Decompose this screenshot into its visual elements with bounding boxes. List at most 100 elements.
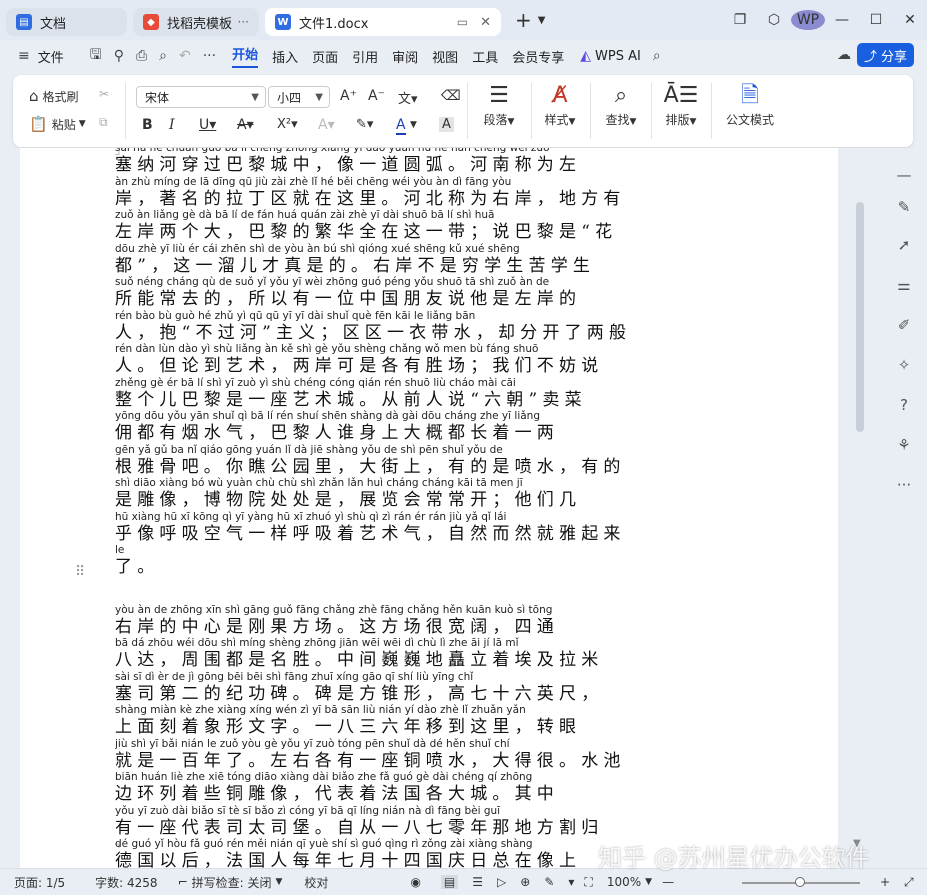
text-line[interactable]: suǒ néng cháng qù de suǒ yǐ yǒu yī wèi z… — [115, 276, 735, 310]
tools-icon[interactable]: ✧ — [895, 356, 913, 374]
more-icon[interactable]: ··· — [238, 15, 249, 29]
text-line[interactable]: sài sī dì èr de jì gōng bēi bēi shì fāng… — [115, 671, 735, 705]
text-line[interactable]: rén bào bù guò hé zhǔ yì qū qū yī yī dài… — [115, 310, 735, 344]
pen-mode-icon[interactable]: ✎ — [544, 875, 554, 889]
help-icon[interactable]: ? — [895, 396, 913, 414]
print-preview-icon[interactable]: ⌕ — [159, 48, 167, 64]
pen-icon[interactable]: ✎ — [895, 198, 913, 216]
menu-tools[interactable]: 工具 — [472, 47, 498, 66]
vertical-scrollbar[interactable] — [856, 202, 864, 432]
text-effect-icon[interactable]: A▾ — [318, 117, 335, 133]
tab-document[interactable]: W 文件1.docx ▭ ✕ — [265, 8, 501, 36]
save-icon[interactable]: 🖫 — [90, 44, 102, 68]
monitor-icon[interactable]: ▭ — [457, 15, 468, 29]
text-line[interactable]: zhěng gè ér bā lí shì yī zuò yì shù chén… — [115, 377, 735, 411]
drag-handle-icon[interactable]: ⠿ — [75, 564, 85, 580]
minimize-panel-icon[interactable]: — — [895, 166, 913, 184]
italic-icon[interactable]: I — [169, 117, 175, 133]
tab-template[interactable]: ◆ 找稻壳模板 ··· — [133, 8, 259, 36]
cloud-upload-icon[interactable]: ☁ — [837, 47, 851, 63]
zoom-level[interactable]: 100% — [607, 875, 641, 889]
highlight-icon[interactable]: ✎▾ — [356, 117, 373, 132]
more-views-icon[interactable]: ▾ — [568, 875, 574, 889]
chevron-down-icon[interactable]: ▼ — [645, 877, 652, 887]
more-menu-icon[interactable]: ··· — [203, 48, 216, 64]
text-line[interactable]: rén dàn lùn dào yì shù liǎng àn kě shì g… — [115, 343, 735, 377]
menu-file[interactable]: 文件 — [38, 47, 64, 66]
styles-button[interactable]: A̸ 样式▼ — [530, 81, 590, 128]
shrink-font-icon[interactable]: A⁻ — [368, 88, 385, 104]
spell-check-status[interactable]: 拼写检查: 关闭 — [192, 874, 272, 891]
zoom-in-icon[interactable]: + — [880, 875, 890, 889]
text-line[interactable]: sāi nà hé chuān guò bā lí chéng zhōng xi… — [115, 148, 735, 176]
minimize-icon[interactable]: — — [825, 12, 859, 28]
font-name-select[interactable]: 宋体 ▼ — [136, 86, 266, 108]
layout-button[interactable]: Ā☰ 排版▼ — [651, 81, 711, 128]
menu-member[interactable]: 会员专享 — [512, 47, 564, 66]
close-tab-icon[interactable]: ✕ — [480, 15, 491, 30]
share-button[interactable]: ⤴ 分享 — [857, 43, 914, 67]
menu-reference[interactable]: 引用 — [352, 47, 378, 66]
cursor-icon[interactable]: ➚ — [895, 236, 913, 254]
underline-icon[interactable]: U▾ — [199, 117, 216, 133]
new-tab-button[interactable]: + — [515, 8, 532, 32]
wps-ai-icon[interactable]: ◭ — [580, 48, 591, 64]
play-icon[interactable]: ▷ — [497, 875, 506, 889]
chevron-down-icon[interactable]: ▼ — [410, 120, 417, 130]
text-line[interactable]: yǒu yī zuò dài biǎo sī tè sī bǎo zì cóng… — [115, 805, 735, 839]
undo-icon[interactable]: ↶ — [179, 48, 191, 64]
zoom-out-icon[interactable]: — — [662, 875, 674, 889]
copy-icon[interactable]: ⧉ — [99, 115, 108, 130]
font-color-icon[interactable]: A — [396, 117, 406, 135]
paragraph-button[interactable]: ☰ 段落▼ — [469, 81, 529, 128]
fit-screen-icon[interactable]: ⛶ — [584, 875, 592, 890]
proof-button[interactable]: 校对 — [304, 874, 328, 891]
text-line[interactable]: hū xiàng hū xī kōng qì yī yàng hū xī zhu… — [115, 511, 735, 545]
adjust-icon[interactable]: ⚌ — [895, 276, 913, 294]
text-line[interactable]: zuǒ àn liǎng gè dà bā lí de fán huá quán… — [115, 209, 735, 243]
menu-home[interactable]: 开始 — [232, 44, 259, 68]
more-icon[interactable]: ··· — [895, 476, 913, 494]
text-line[interactable]: le 了。 — [115, 544, 735, 578]
menu-icon[interactable]: ≡ — [18, 48, 30, 64]
menu-wps-ai[interactable]: WPS AI — [595, 49, 641, 64]
fullscreen-icon[interactable]: ⤢ — [904, 875, 914, 890]
search-icon[interactable]: ⌕ — [653, 48, 661, 64]
edit-icon[interactable]: ✐ — [895, 316, 913, 334]
menu-view[interactable]: 视图 — [432, 47, 458, 66]
outline-view-icon[interactable]: ☰ — [472, 875, 483, 889]
page-view-icon[interactable]: ▤ — [440, 875, 459, 889]
avatar[interactable]: WP — [791, 10, 825, 30]
cube-icon[interactable]: ⬡ — [757, 12, 791, 28]
text-line[interactable]: dōu zhè yī liù ér cái zhēn shì de yòu àn… — [115, 243, 735, 277]
strikethrough-icon[interactable]: A▾ — [237, 117, 254, 133]
print-icon[interactable]: ⎙ — [136, 48, 147, 64]
tab-docs[interactable]: ▤ 文档 — [6, 8, 127, 36]
text-line[interactable]: biān huán liè zhe xiē tóng diāo xiàng dà… — [115, 771, 735, 805]
clear-format-icon[interactable]: ⌫ — [441, 88, 461, 104]
restore-icon[interactable]: ❐ — [723, 12, 757, 28]
close-icon[interactable]: ✕ — [893, 12, 927, 28]
text-line[interactable]: yòu àn de zhōng xīn shì gāng guǒ fāng ch… — [115, 604, 735, 638]
font-size-select[interactable]: 小四 ▼ — [268, 86, 330, 108]
word-count[interactable]: 字数: 4258 — [95, 874, 157, 891]
link-icon[interactable]: ⚲ — [114, 48, 124, 64]
format-painter-button[interactable]: ⌂ 格式刷 — [29, 87, 79, 105]
zoom-slider-knob[interactable] — [795, 877, 805, 887]
chevron-down-icon[interactable]: ▼ — [276, 877, 283, 887]
web-view-icon[interactable]: ⊕ — [520, 875, 530, 889]
paste-button[interactable]: 📋 粘贴 ▼ — [29, 115, 86, 133]
grow-font-icon[interactable]: A⁺ — [340, 88, 357, 104]
text-line[interactable]: àn zhù míng de lā dīng qū jiù zài zhè lǐ… — [115, 176, 735, 210]
text-line[interactable]: bā dá zhōu wéi dōu shì míng shèng zhōng … — [115, 637, 735, 671]
text-line[interactable]: shì diāo xiàng bó wù yuàn chù chù shì zh… — [115, 477, 735, 511]
text-line[interactable]: yōng dōu yǒu yān shuǐ qì bā lí rén shuí … — [115, 410, 735, 444]
char-shading-icon[interactable]: A — [439, 117, 454, 132]
text-line[interactable]: gēn yǎ gǔ ba nǐ qiáo gōng yuán lǐ dà jiē… — [115, 444, 735, 478]
superscript-icon[interactable]: X²▾ — [277, 117, 298, 132]
text-line[interactable]: shàng miàn kè zhe xiàng xíng wén zì yī b… — [115, 704, 735, 738]
official-mode-button[interactable]: 🗎 公文模式 — [717, 81, 783, 128]
shirt-icon[interactable]: ⚘ — [895, 436, 913, 454]
find-button[interactable]: ⌕ 查找▼ — [591, 81, 651, 128]
document-text[interactable]: sāi nà hé chuān guò bā lí chéng zhōng xi… — [115, 148, 735, 868]
